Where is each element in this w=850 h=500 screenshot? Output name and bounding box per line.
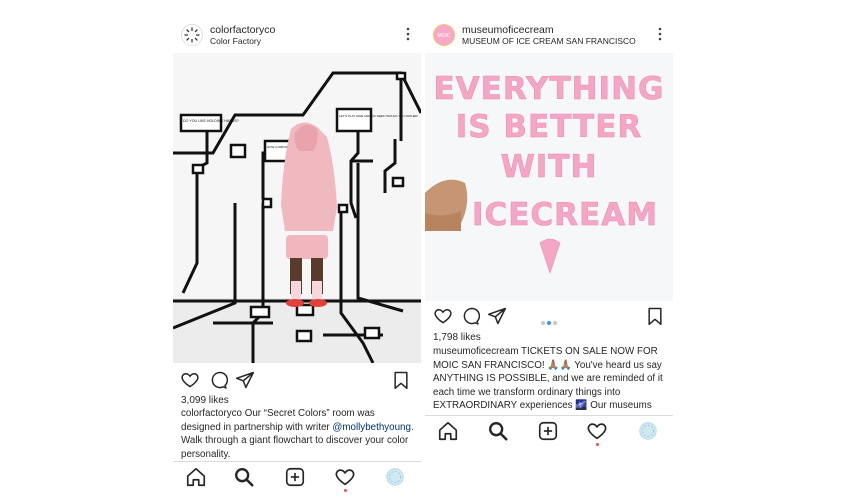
color-factory-avatar[interactable] [181,24,203,46]
caption-username[interactable]: colorfactoryco [181,408,242,419]
search-icon[interactable] [487,420,509,442]
post-header: MOIC museumoficecream MUSEUM OF ICE CREA… [425,15,673,53]
comment-icon[interactable] [208,370,228,390]
letters-line-4: ICECREAM [472,197,658,233]
more-icon[interactable] [405,26,411,42]
notification-dot [344,489,347,492]
add-icon[interactable] [537,420,559,442]
likes-count[interactable]: 1,798 likes [433,332,481,343]
bottom-nav [173,461,421,492]
carousel-pager [540,312,558,330]
caption-username[interactable]: museumoficecream [433,346,518,357]
caption-text: TICKETS ON SALE NOW FOR MOIC SAN FRANCIS… [433,346,663,425]
heart-icon[interactable] [433,306,453,326]
post-caption: colorfactoryco Our “Secret Colors” room … [181,407,416,461]
right-post: MOIC museumoficecream MUSEUM OF ICE CREA… [425,15,673,447]
post-location[interactable]: MUSEUM OF ICE CREAM SAN FRANCISCO [462,36,636,46]
pager-dot [553,321,557,325]
moic-avatar[interactable]: MOIC [433,24,455,46]
letters-line-3: WITH [501,149,598,185]
search-icon[interactable] [233,466,255,488]
caption-mention-link[interactable]: @mollybethyoung [332,422,411,433]
post-location[interactable]: Color Factory [210,36,261,46]
post-username[interactable]: colorfactoryco [210,24,275,36]
home-icon[interactable] [185,466,207,488]
heart-icon[interactable] [180,370,200,390]
letters-line-1: EVERYTHING [434,71,665,107]
share-icon[interactable] [487,306,507,326]
comment-icon[interactable] [460,306,480,326]
more-icon[interactable] [657,26,663,42]
notification-dot [596,443,599,446]
add-icon[interactable] [284,466,306,488]
profile-icon[interactable] [384,466,406,488]
bottom-nav [425,415,673,446]
profile-icon[interactable] [637,420,659,442]
share-icon[interactable] [235,370,255,390]
avatar-text: MOIC [437,33,450,39]
home-icon[interactable] [437,420,459,442]
post-photo-flowchart[interactable]: DO YOU LIKE HOLDING HANDS? LET'S PLAY HI… [173,53,421,363]
activity-icon[interactable] [586,420,608,442]
left-post: colorfactoryco Color Factory DO YOU LIKE… [173,15,421,493]
post-photo-icecream-letters[interactable]: EVERYTHING IS BETTER WITH ICECREAM [425,53,673,301]
post-caption: museumoficecream TICKETS ON SALE NOW FOR… [433,345,668,426]
post-header: colorfactoryco Color Factory [173,15,421,53]
letters-line-2: IS BETTER [456,109,643,145]
post-actions [173,370,421,392]
bookmark-icon[interactable] [645,306,665,326]
bookmark-icon[interactable] [391,370,411,390]
post-username[interactable]: museumoficecream [462,24,554,36]
sign-text-2: LET'S PLAY HIDE AND GO SEEK! WOULD YOU R… [339,114,419,118]
activity-icon[interactable] [334,466,356,488]
pager-dot-active [547,321,551,325]
sign-text-1: DO YOU LIKE HOLDING HANDS? [183,119,239,123]
pager-dot [541,321,545,325]
likes-count[interactable]: 3,099 likes [181,395,229,406]
